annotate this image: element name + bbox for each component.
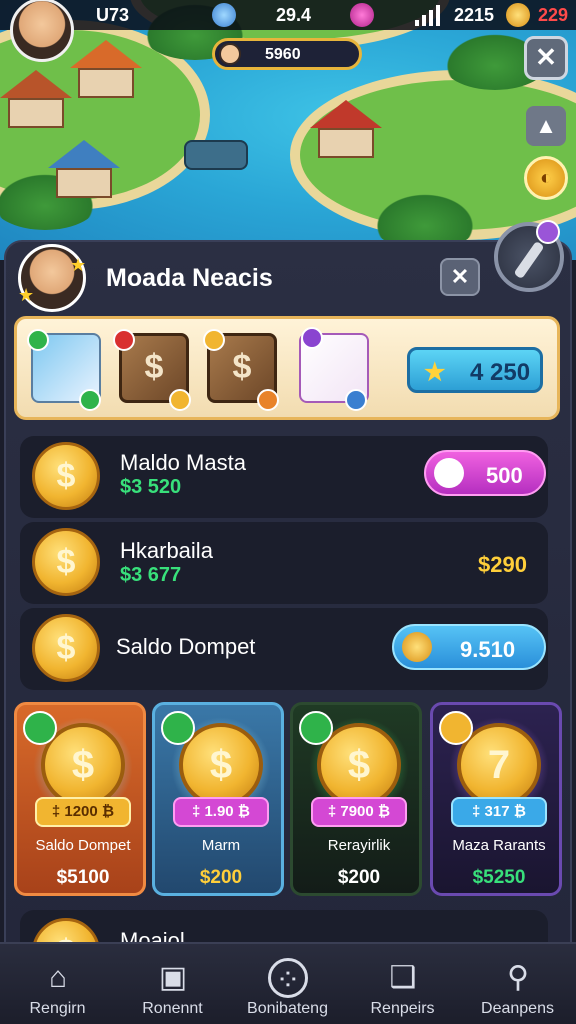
ticket-icon [434, 458, 464, 488]
row-amount: $3 677 [120, 564, 182, 586]
balance-row[interactable]: $ Saldo Dompet 9.510 [20, 608, 548, 690]
row-name: Saldo Dompet [116, 634, 256, 659]
xp-value: 5960 [265, 46, 301, 63]
star-icon: ★ [70, 255, 87, 275]
nav-item-search[interactable]: ⚲ Deanpens [460, 944, 575, 1024]
nav-item-book[interactable]: ❑ Renpeirs [345, 944, 460, 1024]
rewards-total-button[interactable]: ★ 4 250 [407, 347, 543, 393]
row-amount: $3 520 [120, 476, 182, 498]
red-value: 229 [538, 5, 569, 25]
purple-chip-icon [301, 327, 323, 349]
check-chip-icon [79, 389, 101, 411]
home-icon: ⌂ [48, 961, 68, 994]
xp-pill[interactable]: 5960 [212, 38, 362, 70]
row-value: 500 [486, 463, 523, 488]
card-label: Saldo Dompet [35, 837, 131, 854]
wrench-tip-icon [536, 220, 560, 244]
shop-card[interactable]: $ ‡ 1200 ₿ Saldo Dompet $5100 [14, 702, 146, 896]
right-value: 2215 [454, 5, 495, 25]
row-value: $290 [478, 552, 527, 577]
nav-label: Bonibateng [247, 1000, 328, 1017]
red-chip-icon [113, 329, 135, 351]
row-name: Hkarbaila [120, 538, 213, 563]
rewards-total-value: 4 250 [470, 359, 531, 386]
shop-card[interactable]: 7 ‡ 317 ₿ Maza Rarants $5250 [430, 702, 562, 896]
nav-label: Ronennt [142, 1000, 203, 1017]
gem-icon [350, 3, 374, 27]
gold-chip-icon [203, 329, 225, 351]
chat-icon: ▣ [158, 961, 188, 994]
green-chip-icon [23, 711, 57, 745]
player-avatar[interactable] [10, 0, 74, 62]
close-map-button[interactable]: ✕ [524, 36, 568, 80]
clover-icon [212, 3, 236, 27]
green-chip-icon [161, 711, 195, 745]
orange-chip-icon [257, 389, 279, 411]
gold-coin-icon [506, 3, 530, 27]
close-panel-button[interactable]: ✕ [440, 258, 480, 296]
nav-label: Deanpens [481, 1000, 554, 1017]
green-chip-icon [299, 711, 333, 745]
star-icon: ★ [18, 285, 35, 305]
shop-card[interactable]: $ ‡ 7900 ₿ Rerayirlik $200 [290, 702, 422, 896]
dollar-coin-icon: $ [32, 528, 100, 596]
card-label: Marm [201, 837, 241, 854]
hut-building[interactable] [48, 140, 120, 198]
shop-card[interactable]: $ ‡ 1.90 ₿ Marm $200 [152, 702, 284, 896]
build-tool-button[interactable]: ▲ [526, 106, 566, 146]
cookie-icon: ⁘ [268, 958, 308, 998]
gold-chip-icon [169, 389, 191, 411]
boat[interactable] [184, 140, 248, 170]
hut-building[interactable] [70, 40, 142, 98]
row-value-button[interactable]: 500 [424, 450, 546, 496]
signal-icon [415, 4, 441, 26]
book-icon: ❑ [389, 961, 417, 994]
nav-item-cookie[interactable]: ⁘ Bonibateng [230, 944, 345, 1024]
row-value-button[interactable]: 9.510 [392, 624, 546, 670]
star-icon: ★ [424, 359, 446, 386]
gold-chip-icon [439, 711, 473, 745]
card-label: Maza Rarants [452, 837, 546, 854]
mini-avatar [219, 43, 241, 65]
card-value: $5100 [56, 867, 110, 888]
nav-item-home[interactable]: ⌂ Rengirn [0, 944, 115, 1024]
card-label: Rerayirlik [327, 837, 391, 854]
bottom-nav: ⌂ Rengirn ▣ Ronennt ⁘ Bonibateng ❑ Renpe… [0, 942, 576, 1024]
row-name: Maldo Masta [120, 450, 246, 475]
search-icon: ⚲ [507, 961, 529, 994]
blue-chip-icon [345, 389, 367, 411]
balance-row[interactable]: $ Maldo Masta $3 520 500 [20, 436, 548, 518]
level-value: U73 [96, 5, 130, 25]
flag-chip-icon [27, 329, 49, 351]
nav-label: Rengirn [29, 1000, 86, 1017]
card-value: $200 [199, 867, 243, 888]
card-price: ‡ 7900 ₿ [311, 797, 407, 827]
row-value: 9.510 [460, 637, 516, 662]
card-price: ‡ 1200 ₿ [35, 797, 131, 827]
card-price: ‡ 1.90 ₿ [173, 797, 269, 827]
coin-icon [402, 632, 432, 662]
nav-label: Renpeirs [370, 1000, 435, 1017]
hut-building[interactable] [0, 70, 72, 128]
wrench-icon [513, 240, 545, 280]
gold-shop-button[interactable]: ◐ [524, 156, 568, 200]
card-price: ‡ 317 ₿ [451, 797, 547, 827]
panel-title: Moada Neacis [106, 264, 273, 292]
wrench-button[interactable] [494, 220, 564, 292]
card-value: $200 [337, 867, 381, 888]
dollar-coin-icon: $ [32, 614, 100, 682]
rewards-strip: $ $ ★ 4 250 [14, 316, 560, 420]
card-value: $5250 [472, 867, 526, 888]
nav-item-chat[interactable]: ▣ Ronennt [115, 944, 230, 1024]
hut-building[interactable] [310, 100, 382, 158]
dollar-coin-icon: $ [32, 442, 100, 510]
center-value: 29.4 [276, 5, 312, 25]
balance-row[interactable]: $ Hkarbaila $3 677 $290 [20, 522, 548, 604]
